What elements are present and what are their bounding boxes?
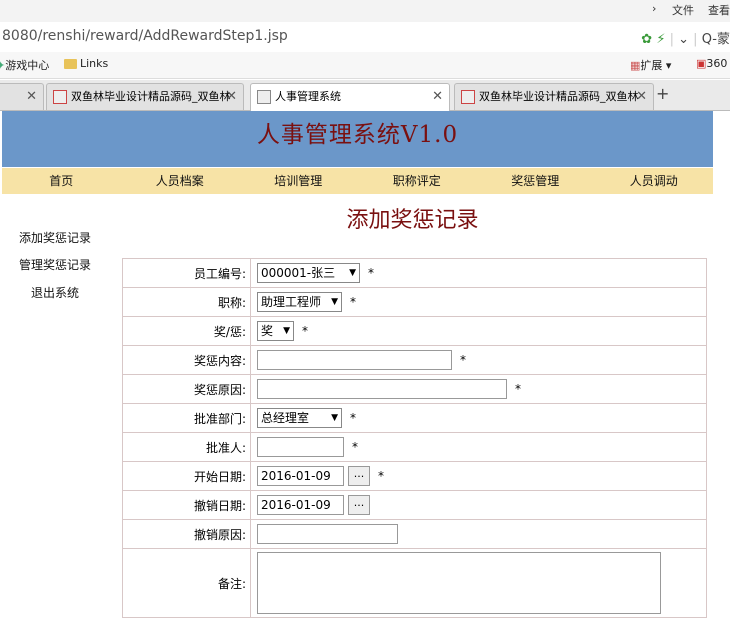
remark-textarea[interactable] <box>257 552 661 614</box>
chevron-down-icon[interactable]: ⌄ <box>678 32 689 47</box>
nav-personnel[interactable]: 人员档案 <box>121 168 240 194</box>
reward-form: 员工编号: 000001-张三 ▼ * 职称: 助理工程师 ▼ * 奖/惩: 奖 ▼ * 奖… <box>122 258 707 618</box>
sidebar-item-manage-reward[interactable]: 管理奖惩记录 <box>0 256 110 273</box>
position-select[interactable]: 助理工程师 ▼ <box>257 292 342 312</box>
dropdown-arrow-icon: ▼ <box>331 413 338 423</box>
page-title: 添加奖惩记录 <box>346 208 479 233</box>
chevron-right-icon[interactable]: › <box>652 2 656 15</box>
bookmarks-bar: ✦游戏中心 Links ▦扩展 ▾ ▣360 <box>0 52 730 79</box>
nav-transfer[interactable]: 人员调动 <box>595 168 714 194</box>
revoke-date-input[interactable]: 2016-01-09 <box>257 495 344 515</box>
new-tab-button[interactable]: + <box>656 84 669 103</box>
close-icon[interactable]: ✕ <box>636 84 647 110</box>
360-icon: ▣ <box>696 57 707 70</box>
dropdown-arrow-icon: ▼ <box>331 297 338 307</box>
revoke-reason-input[interactable] <box>257 524 398 544</box>
menu-view[interactable]: 查看 <box>708 2 730 18</box>
revoke-date-label: 撤销日期: <box>122 490 251 520</box>
tab-bar: ✕ 双鱼林毕业设计精品源码_双鱼林 ✕ 人事管理系统 ✕ 双鱼林毕业设计精品源码_双… <box>0 80 730 111</box>
extensions-button[interactable]: ▦扩展 ▾ <box>630 57 671 73</box>
tab-0[interactable]: ✕ <box>0 83 44 110</box>
folder-icon <box>64 59 77 69</box>
nav-home[interactable]: 首页 <box>2 168 121 194</box>
type-select[interactable]: 奖 ▼ <box>257 321 294 341</box>
approver-input[interactable] <box>257 437 344 457</box>
required-mark: * <box>378 468 384 483</box>
start-date-input[interactable]: 2016-01-09 <box>257 466 344 486</box>
required-mark: * <box>368 265 374 280</box>
search-hint[interactable]: Q-蒙 <box>702 32 730 47</box>
dept-select[interactable]: 总经理室 ▼ <box>257 408 342 428</box>
required-mark: * <box>352 439 358 454</box>
dropdown-arrow-icon: ▼ <box>349 268 356 278</box>
start-date-picker-button[interactable]: ... <box>348 466 370 486</box>
required-mark: * <box>515 381 521 396</box>
tab-3[interactable]: 双鱼林毕业设计精品源码_双鱼林 ✕ <box>454 83 654 110</box>
close-icon[interactable]: ✕ <box>432 84 443 110</box>
approver-label: 批准人: <box>122 432 251 462</box>
dept-label: 批准部门: <box>122 403 251 433</box>
extensions-icon: ▦ <box>630 59 641 72</box>
required-mark: * <box>350 294 356 309</box>
dropdown-arrow-icon: ▼ <box>283 326 290 336</box>
revoke-reason-label: 撤销原因: <box>122 519 251 549</box>
page-icon <box>461 90 475 104</box>
reason-input[interactable] <box>257 379 507 399</box>
content-input[interactable] <box>257 350 452 370</box>
sidebar-item-logout[interactable]: 退出系统 <box>0 284 110 301</box>
sidebar: 添加奖惩记录 管理奖惩记录 退出系统 <box>0 196 110 640</box>
lightning-icon[interactable]: ⚡ <box>656 32 665 47</box>
browser-menu-strip: › 文件 查看 <box>0 0 730 22</box>
address-bar-icons: ✿ ⚡ | ⌄ | Q-蒙 <box>641 32 730 47</box>
app-title: 人事管理系统V1.0 <box>256 122 459 148</box>
ext-360[interactable]: ▣360 <box>696 57 727 70</box>
url-text[interactable]: 8080/renshi/reward/AddRewardStep1.jsp <box>2 28 288 44</box>
revoke-date-picker-button[interactable]: ... <box>348 495 370 515</box>
required-mark: * <box>460 352 466 367</box>
nav-reward[interactable]: 奖惩管理 <box>476 168 595 194</box>
main-content: 添加奖惩记录 员工编号: 000001-张三 ▼ * 职称: 助理工程师 ▼ * 奖/惩… <box>112 196 713 640</box>
position-label: 职称: <box>122 287 251 317</box>
refresh-icon[interactable]: ✿ <box>641 32 652 47</box>
required-mark: * <box>350 410 356 425</box>
close-icon[interactable]: ✕ <box>226 84 237 110</box>
main-nav: 首页 人员档案 培训管理 职称评定 奖惩管理 人员调动 <box>2 168 713 194</box>
tab-1[interactable]: 双鱼林毕业设计精品源码_双鱼林 ✕ <box>46 83 244 110</box>
employee-label: 员工编号: <box>122 258 251 288</box>
nav-title-eval[interactable]: 职称评定 <box>358 168 477 194</box>
tab-2-active[interactable]: 人事管理系统 ✕ <box>250 83 450 111</box>
start-date-label: 开始日期: <box>122 461 251 491</box>
employee-select[interactable]: 000001-张三 ▼ <box>257 263 360 283</box>
bookmark-links[interactable]: Links <box>64 57 108 70</box>
type-label: 奖/惩: <box>122 316 251 346</box>
remark-label: 备注: <box>122 548 251 618</box>
sidebar-item-add-reward[interactable]: 添加奖惩记录 <box>0 229 110 246</box>
image-icon <box>257 90 271 104</box>
required-mark: * <box>302 323 308 338</box>
nav-training[interactable]: 培训管理 <box>239 168 358 194</box>
content-label: 奖惩内容: <box>122 345 251 375</box>
reason-label: 奖惩原因: <box>122 374 251 404</box>
address-bar[interactable]: 8080/renshi/reward/AddRewardStep1.jsp ✿ … <box>0 22 730 53</box>
bookmark-game-center[interactable]: ✦游戏中心 <box>0 57 49 73</box>
app-banner: 人事管理系统V1.0 <box>2 111 713 167</box>
menu-file[interactable]: 文件 <box>672 2 694 18</box>
page-icon <box>53 90 67 104</box>
close-icon[interactable]: ✕ <box>26 84 37 110</box>
